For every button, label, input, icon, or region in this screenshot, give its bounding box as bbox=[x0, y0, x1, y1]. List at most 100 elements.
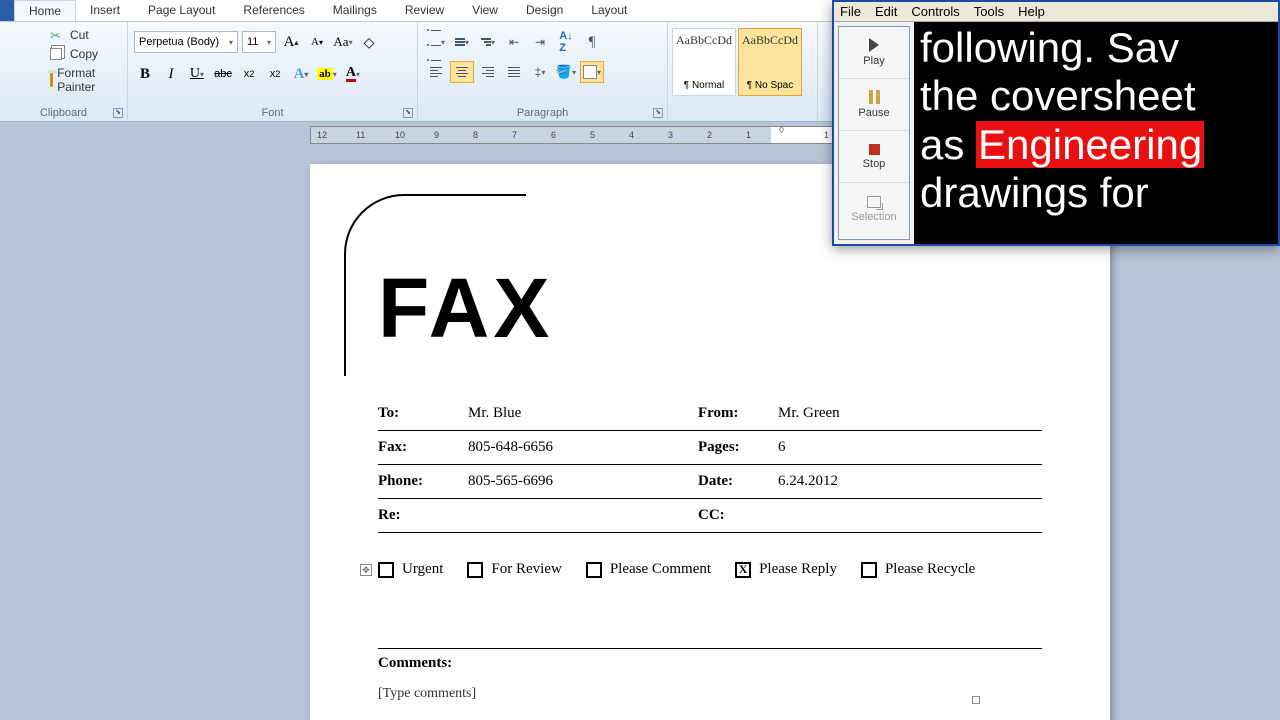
ruler-tick: 4 bbox=[629, 130, 634, 140]
document-page[interactable]: FAX To: Mr. Blue From: Mr. Green Fax: 80… bbox=[310, 164, 1110, 720]
paste-button[interactable] bbox=[6, 26, 46, 96]
tab-design[interactable]: Design bbox=[512, 0, 577, 21]
comments-placeholder[interactable]: [Type comments] bbox=[378, 686, 1042, 702]
show-hide-marks-button[interactable]: ¶ bbox=[580, 31, 604, 53]
increase-indent-button[interactable]: ⇥ bbox=[528, 31, 552, 53]
ruler-tick: 3 bbox=[668, 130, 673, 140]
tab-references[interactable]: References bbox=[229, 0, 318, 21]
align-right-button[interactable] bbox=[476, 61, 500, 83]
play-label: Play bbox=[863, 55, 884, 67]
cell-end-marker bbox=[972, 696, 980, 704]
check-for-review-label: For Review bbox=[491, 561, 561, 578]
player-menu-controls[interactable]: Controls bbox=[911, 4, 959, 19]
file-tab[interactable] bbox=[0, 0, 14, 21]
sort-button[interactable]: A↓Z bbox=[554, 31, 578, 53]
scissors-icon: ✂ bbox=[50, 28, 66, 42]
check-please-comment[interactable]: Please Comment bbox=[586, 561, 711, 578]
copy-button[interactable]: Copy bbox=[50, 47, 121, 61]
tab-review[interactable]: Review bbox=[391, 0, 458, 21]
play-button[interactable]: Play bbox=[839, 27, 909, 79]
check-urgent-label: Urgent bbox=[402, 561, 443, 578]
transcript-text: the coversheet bbox=[920, 72, 1196, 119]
check-for-review[interactable]: For Review bbox=[467, 561, 561, 578]
borders-button[interactable]: ▾ bbox=[580, 61, 604, 83]
check-please-reply[interactable]: XPlease Reply bbox=[735, 561, 837, 578]
font-group-label: Font bbox=[128, 107, 417, 119]
multilevel-list-button[interactable]: ▾ bbox=[476, 31, 500, 53]
checkbox-icon[interactable]: X bbox=[735, 562, 751, 578]
check-urgent[interactable]: Urgent bbox=[378, 561, 443, 578]
change-case-button[interactable]: Aa▾ bbox=[332, 31, 354, 53]
pause-button[interactable]: Pause bbox=[839, 79, 909, 131]
italic-button[interactable]: I bbox=[160, 63, 182, 85]
line-spacing-button[interactable]: ‡▾ bbox=[528, 61, 552, 83]
checkbox-icon[interactable] bbox=[586, 562, 602, 578]
pause-icon bbox=[869, 90, 880, 104]
font-size-value: 11 bbox=[247, 36, 258, 48]
superscript-button[interactable]: x2 bbox=[264, 63, 286, 85]
ruler-tick: 6 bbox=[551, 130, 556, 140]
text-effects-button[interactable]: A▾ bbox=[290, 63, 312, 85]
bullets-button[interactable]: ▾ bbox=[424, 31, 448, 53]
stop-icon bbox=[869, 144, 880, 155]
format-painter-label: Format Painter bbox=[57, 66, 121, 94]
checkbox-icon[interactable] bbox=[378, 562, 394, 578]
cut-button[interactable]: ✂ Cut bbox=[50, 28, 121, 42]
player-controls: Play Pause Stop Selection bbox=[838, 26, 910, 240]
styles-group: AaBbCcDd ¶ Normal AaBbCcDd ¶ No Spac bbox=[668, 22, 818, 121]
player-menu-file[interactable]: File bbox=[840, 4, 861, 19]
format-painter-button[interactable]: Format Painter bbox=[50, 66, 121, 94]
transcript-text: as bbox=[920, 121, 976, 168]
align-left-button[interactable] bbox=[424, 61, 448, 83]
cut-label: Cut bbox=[70, 28, 89, 42]
tab-page-layout[interactable]: Page Layout bbox=[134, 0, 229, 21]
checkbox-icon[interactable] bbox=[861, 562, 877, 578]
subscript-button[interactable]: x2 bbox=[238, 63, 260, 85]
font-name-dropdown[interactable]: Perpetua (Body)▾ bbox=[134, 31, 238, 53]
selection-icon bbox=[867, 196, 881, 208]
instructions-player-window[interactable]: File Edit Controls Tools Help Play Pause… bbox=[832, 0, 1280, 246]
align-center-button[interactable] bbox=[450, 61, 474, 83]
clipboard-dialog-launcher[interactable]: ⬊ bbox=[113, 108, 123, 118]
font-dialog-launcher[interactable]: ⬊ bbox=[403, 108, 413, 118]
highlight-icon: ab bbox=[317, 68, 333, 80]
chevron-down-icon: ▾ bbox=[229, 38, 233, 47]
numbering-button[interactable]: ▾ bbox=[450, 31, 474, 53]
highlight-button[interactable]: ab▾ bbox=[316, 63, 338, 85]
justify-button[interactable] bbox=[502, 61, 526, 83]
font-size-dropdown[interactable]: 11▾ bbox=[242, 31, 276, 53]
player-menubar: File Edit Controls Tools Help bbox=[834, 2, 1278, 22]
check-please-recycle[interactable]: Please Recycle bbox=[861, 561, 975, 578]
decrease-indent-button[interactable]: ⇤ bbox=[502, 31, 526, 53]
tab-layout[interactable]: Layout bbox=[577, 0, 641, 21]
shading-button[interactable]: 🪣▾ bbox=[554, 61, 578, 83]
ruler-tick: 11 bbox=[356, 130, 365, 140]
tab-insert[interactable]: Insert bbox=[76, 0, 134, 21]
grow-font-button[interactable]: A▴ bbox=[280, 31, 302, 53]
player-menu-help[interactable]: Help bbox=[1018, 4, 1045, 19]
bold-button[interactable]: B bbox=[134, 63, 156, 85]
style-normal[interactable]: AaBbCcDd ¶ Normal bbox=[672, 28, 736, 96]
checkbox-icon[interactable] bbox=[467, 562, 483, 578]
strikethrough-button[interactable]: abc bbox=[212, 63, 234, 85]
table-move-handle[interactable]: ✥ bbox=[360, 564, 372, 576]
style-no-spacing[interactable]: AaBbCcDd ¶ No Spac bbox=[738, 28, 802, 96]
ruler-tick: 10 bbox=[395, 130, 405, 140]
font-group: Perpetua (Body)▾ 11▾ A▴ A▾ Aa▾ ◇ B I U▾ … bbox=[128, 22, 418, 121]
tab-view[interactable]: View bbox=[458, 0, 512, 21]
underline-button[interactable]: U▾ bbox=[186, 63, 208, 85]
ruler-tick: 12 bbox=[317, 130, 327, 140]
tab-mailings[interactable]: Mailings bbox=[319, 0, 391, 21]
paragraph-dialog-launcher[interactable]: ⬊ bbox=[653, 108, 663, 118]
player-transcript: following. Sav the coversheet as Enginee… bbox=[914, 22, 1278, 244]
copy-label: Copy bbox=[70, 47, 98, 61]
fax-checkboxes-row[interactable]: ✥ Urgent For Review Please Comment XPlea… bbox=[378, 561, 1042, 578]
clear-formatting-button[interactable]: ◇ bbox=[358, 31, 380, 53]
player-menu-tools[interactable]: Tools bbox=[974, 4, 1004, 19]
indent-marker[interactable]: ◊ bbox=[779, 125, 784, 136]
tab-home[interactable]: Home bbox=[14, 0, 76, 21]
font-color-button[interactable]: A▾ bbox=[342, 63, 364, 85]
player-menu-edit[interactable]: Edit bbox=[875, 4, 897, 19]
shrink-font-button[interactable]: A▾ bbox=[306, 31, 328, 53]
stop-button[interactable]: Stop bbox=[839, 131, 909, 183]
